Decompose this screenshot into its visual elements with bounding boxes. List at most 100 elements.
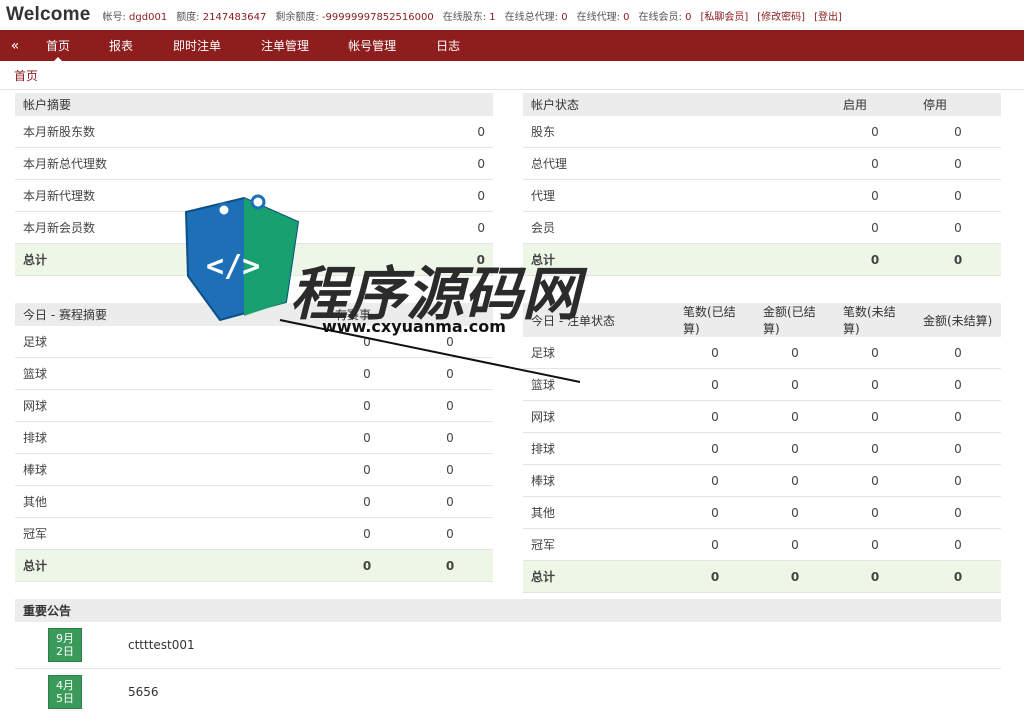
notices-panel: 重要公告 9月 2日 cttttest001 4月 5日 5656 bbox=[15, 599, 1001, 715]
cell: 0 bbox=[755, 528, 835, 561]
cell: 0 bbox=[915, 432, 1001, 465]
nav-item-bet-management[interactable]: 注单管理 bbox=[261, 30, 309, 61]
collapse-icon[interactable]: « bbox=[0, 30, 30, 61]
credit-label: 额度: bbox=[176, 11, 200, 23]
logout-link[interactable]: [登出] bbox=[814, 8, 842, 23]
cell: 0 bbox=[755, 368, 835, 401]
row-label: 代理 bbox=[523, 179, 835, 212]
col-empty bbox=[407, 303, 493, 326]
enabled-value: 0 bbox=[835, 147, 915, 180]
cell: 0 bbox=[755, 337, 835, 369]
breadcrumb-home[interactable]: 首页 bbox=[14, 67, 38, 84]
today-events-title: 今日 - 赛程摘要 bbox=[15, 303, 327, 326]
online-agents-label: 在线代理: bbox=[576, 11, 620, 23]
row-value: 0 bbox=[399, 147, 493, 180]
today-events-table: 今日 - 赛程摘要 有赛事 足球 0 0 篮球 0 0 网球 0 0 排球 0 0 棒球 0 0 其… bbox=[15, 303, 493, 582]
table-row: 网球 0 0 0 0 bbox=[523, 400, 1001, 433]
date-month: 9月 bbox=[56, 632, 74, 645]
online-members-label: 在线会员: bbox=[638, 11, 682, 23]
value-a: 0 bbox=[327, 453, 407, 486]
notice-text[interactable]: 5656 bbox=[128, 685, 159, 699]
total-a: 0 bbox=[327, 549, 407, 582]
table-row: 会员 0 0 bbox=[523, 211, 1001, 244]
notice-text[interactable]: cttttest001 bbox=[128, 638, 195, 652]
cell: 0 bbox=[915, 400, 1001, 433]
online-holders-value: 1 bbox=[489, 11, 496, 23]
cell: 0 bbox=[915, 464, 1001, 497]
total-row: 总计 0 0 0 0 bbox=[523, 560, 1001, 593]
value-a: 0 bbox=[327, 485, 407, 518]
nav-item-live-bets[interactable]: 即时注单 bbox=[173, 30, 221, 61]
table-row: 棒球 0 0 bbox=[15, 453, 493, 486]
account-field: 帐号: dgd001 bbox=[102, 8, 167, 23]
account-label: 帐号: bbox=[102, 11, 126, 23]
account-summary-title: 帐户摘要 bbox=[15, 93, 493, 116]
row-label: 冠军 bbox=[15, 517, 327, 550]
disabled-value: 0 bbox=[915, 179, 1001, 212]
total-row: 总计 0 bbox=[15, 243, 493, 276]
row-value: 0 bbox=[399, 179, 493, 212]
date-badge: 4月 5日 bbox=[48, 675, 82, 709]
cell: 0 bbox=[835, 368, 915, 401]
col-enabled: 启用 bbox=[835, 93, 915, 116]
value-a: 0 bbox=[327, 326, 407, 358]
row-label: 总代理 bbox=[523, 147, 835, 180]
table-row: 代理 0 0 bbox=[523, 179, 1001, 212]
value-a: 0 bbox=[327, 421, 407, 454]
online-agents-field: 在线代理: 0 bbox=[577, 8, 630, 23]
table-row: 本月新会员数 0 bbox=[15, 211, 493, 244]
disabled-value: 0 bbox=[915, 116, 1001, 148]
date-badge: 9月 2日 bbox=[48, 628, 82, 662]
online-holders-label: 在线股东: bbox=[442, 11, 487, 23]
cell: 0 bbox=[675, 464, 755, 497]
change-password-link[interactable]: [修改密码] bbox=[757, 8, 805, 23]
enabled-value: 0 bbox=[835, 211, 915, 244]
account-info: 帐号: dgd001 额度: 2147483647 剩余额度: -9999999… bbox=[102, 8, 841, 23]
cell: 0 bbox=[755, 496, 835, 529]
col-settled-count: 笔数(已结算) bbox=[675, 303, 755, 337]
row-label: 网球 bbox=[523, 400, 675, 433]
account-summary-panel: 帐户摘要 本月新股东数 0 本月新总代理数 0 本月新代理数 0 本月新会员数 0 总计… bbox=[15, 93, 493, 276]
table-row: 本月新代理数 0 bbox=[15, 179, 493, 212]
nav-item-home[interactable]: 首页 bbox=[46, 30, 70, 62]
total-row: 总计 0 0 bbox=[523, 243, 1001, 276]
date-day: 5日 bbox=[56, 692, 74, 705]
enabled-value: 0 bbox=[835, 116, 915, 148]
row-label: 本月新总代理数 bbox=[15, 147, 400, 180]
cell: 0 bbox=[755, 464, 835, 497]
table-row: 排球 0 0 0 0 bbox=[523, 432, 1001, 465]
value-b: 0 bbox=[407, 421, 493, 454]
cell: 0 bbox=[675, 560, 755, 593]
chat-members-link[interactable]: [私聊会员] bbox=[700, 8, 748, 23]
account-value: dgd001 bbox=[129, 11, 168, 23]
online-holders-field: 在线股东: 1 bbox=[443, 8, 496, 23]
row-label: 本月新代理数 bbox=[15, 179, 400, 212]
list-item[interactable]: 9月 2日 cttttest001 bbox=[15, 622, 1001, 669]
list-item[interactable]: 4月 5日 5656 bbox=[15, 669, 1001, 715]
total-b: 0 bbox=[407, 549, 493, 582]
nav-item-logs[interactable]: 日志 bbox=[436, 30, 460, 61]
cell: 0 bbox=[835, 464, 915, 497]
row-label: 其他 bbox=[15, 485, 327, 518]
row-label: 网球 bbox=[15, 389, 327, 422]
today-bets-panel: 今日 - 注单状态 笔数(已结算) 金额(已结算) 笔数(未结算) 金额(未结算… bbox=[523, 303, 1001, 593]
enabled-value: 0 bbox=[835, 179, 915, 212]
nav-item-reports[interactable]: 报表 bbox=[109, 30, 133, 61]
account-status-table: 帐户状态 启用 停用 股东 0 0 总代理 0 0 代理 0 0 会员 0 0 总计 0 0 bbox=[523, 93, 1001, 276]
col-settled-amount: 金额(已结算) bbox=[755, 303, 835, 337]
top-bar: Welcome 帐号: dgd001 额度: 2147483647 剩余额度: … bbox=[0, 0, 1024, 30]
nav-item-account-management[interactable]: 帐号管理 bbox=[348, 30, 396, 61]
cell: 0 bbox=[835, 432, 915, 465]
cell: 0 bbox=[675, 528, 755, 561]
cell: 0 bbox=[755, 400, 835, 433]
row-label: 其他 bbox=[523, 496, 675, 529]
cell: 0 bbox=[835, 560, 915, 593]
cell: 0 bbox=[755, 560, 835, 593]
total-label: 总计 bbox=[523, 560, 675, 593]
row-label: 本月新会员数 bbox=[15, 211, 400, 244]
today-bets-table: 今日 - 注单状态 笔数(已结算) 金额(已结算) 笔数(未结算) 金额(未结算… bbox=[523, 303, 1001, 593]
total-label: 总计 bbox=[15, 549, 327, 582]
value-b: 0 bbox=[407, 485, 493, 518]
row-label: 股东 bbox=[523, 116, 835, 148]
brand-title: Welcome bbox=[6, 4, 91, 25]
